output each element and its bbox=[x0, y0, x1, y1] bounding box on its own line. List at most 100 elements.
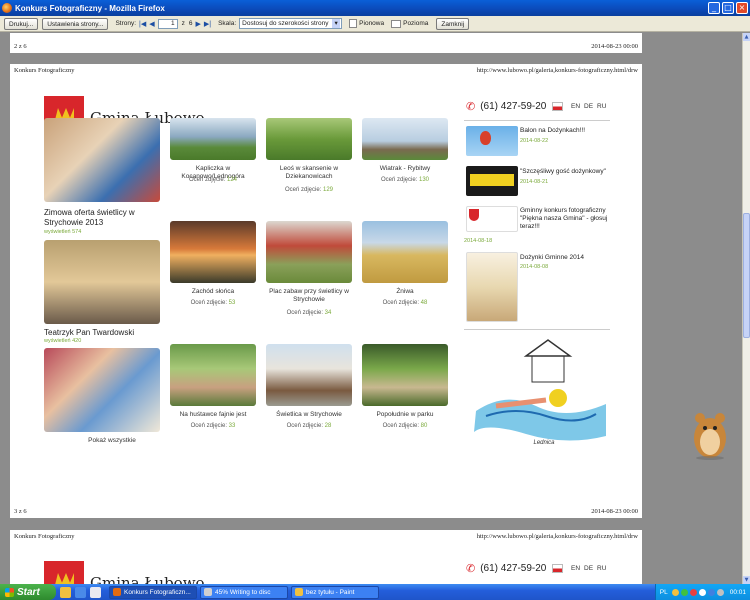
rating-label: Oceń zdjęcie: bbox=[188, 177, 226, 183]
minimize-button[interactable]: _ bbox=[708, 2, 720, 14]
photo-rating[interactable]: Oceń zdjęcie: 129 bbox=[262, 186, 356, 194]
maximize-button[interactable]: □ bbox=[722, 2, 734, 14]
contact-phone[interactable]: ✆ (61) 427-59-20 bbox=[466, 100, 564, 113]
photo-title[interactable]: Zachód słońca bbox=[166, 288, 260, 296]
rating-label: Oceń zdjęcie: bbox=[190, 423, 227, 429]
news-title[interactable]: Balon na Dożynkach!!! bbox=[520, 127, 615, 135]
photo-title[interactable]: Leoś w skansenie w Dziekanowicach bbox=[262, 165, 356, 181]
hamster-mascot-icon[interactable] bbox=[690, 404, 730, 460]
tray-icon[interactable] bbox=[707, 588, 715, 596]
landscape-icon bbox=[391, 19, 402, 28]
print-datetime: 2014-08-23 00:00 bbox=[591, 43, 638, 50]
first-page-icon[interactable]: |◀ bbox=[139, 20, 146, 28]
taskbar-item-paint[interactable]: bez tytułu - Paint bbox=[291, 585, 379, 599]
photo-title[interactable]: Popołudnie w parku bbox=[358, 411, 452, 419]
polish-flag-icon[interactable] bbox=[552, 102, 564, 111]
page-number-input[interactable]: 1 bbox=[157, 18, 178, 29]
start-button[interactable]: Start bbox=[0, 584, 56, 600]
news-title[interactable]: Gminny konkurs fotograficzny "Piękna nas… bbox=[520, 207, 615, 231]
close-window-button[interactable]: × bbox=[736, 2, 748, 14]
rating-value: 48 bbox=[420, 300, 428, 306]
photo-rating[interactable]: Oceń zdjęcie: 130 bbox=[358, 176, 452, 184]
photo-thumbnail[interactable] bbox=[362, 221, 448, 283]
last-page-icon[interactable]: ▶| bbox=[204, 20, 211, 28]
photo-title[interactable]: Na huśtawce fajnie jest bbox=[166, 411, 260, 419]
category-title[interactable]: Zimowa oferta świetlicy w Strychowie 201… bbox=[44, 208, 164, 228]
taskbar-item-disc[interactable]: 45% Writing to disc bbox=[200, 585, 288, 599]
promo-banner[interactable]: Lednica bbox=[466, 336, 612, 452]
portrait-icon bbox=[349, 19, 358, 28]
scroll-up-icon[interactable]: ▲ bbox=[743, 33, 750, 41]
photo-rating[interactable]: Oceń zdjęcie: 80 bbox=[358, 422, 452, 430]
input-language[interactable]: PL bbox=[660, 589, 668, 596]
photo-title[interactable]: Wiatrak - Rybitwy bbox=[358, 165, 452, 173]
task-label: 45% Writing to disc bbox=[215, 588, 271, 596]
news-thumbnail[interactable] bbox=[466, 206, 518, 232]
photo-rating[interactable]: Oceń zdjęcie: 48 bbox=[358, 299, 452, 307]
photo-thumbnail[interactable] bbox=[266, 344, 352, 406]
scale-select[interactable]: Dostosuj do szerokości strony bbox=[239, 18, 343, 29]
category-image[interactable] bbox=[44, 348, 160, 432]
language-de[interactable]: DE bbox=[584, 103, 593, 110]
photo-thumbnail[interactable] bbox=[170, 221, 256, 283]
photo-thumbnail[interactable] bbox=[266, 118, 352, 160]
photo-rating[interactable]: Oceń zdjęcie: 124 bbox=[166, 176, 260, 184]
tray-icon[interactable] bbox=[689, 588, 697, 596]
photo-thumbnail[interactable] bbox=[266, 221, 352, 283]
language-ru[interactable]: RU bbox=[597, 103, 606, 110]
news-thumbnail[interactable] bbox=[466, 252, 518, 322]
scroll-down-icon[interactable]: ▼ bbox=[743, 576, 750, 584]
tray-icon[interactable] bbox=[680, 588, 688, 596]
quick-launch-ie-icon[interactable] bbox=[75, 586, 86, 598]
tray-icon[interactable] bbox=[671, 588, 679, 596]
news-thumbnail[interactable] bbox=[466, 166, 518, 196]
language-en[interactable]: EN bbox=[571, 565, 580, 572]
page-setup-button[interactable]: Ustawienia strony... bbox=[42, 17, 109, 30]
photo-thumbnail[interactable] bbox=[170, 344, 256, 406]
photo-rating[interactable]: Oceń zdjęcie: 34 bbox=[262, 309, 356, 317]
page-url: http://www.lubowo.pl/galeria,konkurs-fot… bbox=[476, 67, 638, 74]
tray-icon[interactable] bbox=[716, 588, 724, 596]
quick-launch-folder-icon[interactable] bbox=[60, 586, 71, 598]
page-footer: 3 z 6 2014-08-23 00:00 bbox=[10, 508, 642, 515]
quick-launch-desktop-icon[interactable] bbox=[90, 586, 101, 598]
tray-icon[interactable] bbox=[698, 588, 706, 596]
rating-label: Oceń zdjęcie: bbox=[284, 187, 322, 193]
news-title[interactable]: "Szczęśliwy gość dożynkowy" bbox=[520, 168, 615, 176]
photo-thumbnail[interactable] bbox=[362, 118, 448, 160]
news-title[interactable]: Dożynki Gminne 2014 bbox=[520, 254, 615, 262]
language-en[interactable]: EN bbox=[571, 103, 580, 110]
taskbar-item-firefox[interactable]: Konkurs Fotograficzn... bbox=[109, 585, 197, 599]
scroll-thumb[interactable] bbox=[743, 213, 750, 338]
photo-rating[interactable]: Oceń zdjęcie: 28 bbox=[262, 422, 356, 430]
print-datetime: 2014-08-23 00:00 bbox=[591, 508, 638, 515]
prev-page-icon[interactable]: ◀ bbox=[149, 20, 154, 28]
clock[interactable]: 00:01 bbox=[730, 589, 746, 596]
close-preview-button[interactable]: Zamknij bbox=[436, 17, 470, 30]
photo-rating[interactable]: Oceń zdjęcie: 33 bbox=[166, 422, 260, 430]
print-button[interactable]: Drukuj... bbox=[4, 17, 39, 30]
category-image[interactable] bbox=[44, 240, 160, 324]
portrait-option[interactable]: Pionowa bbox=[349, 19, 384, 28]
vertical-scrollbar[interactable]: ▲ ▼ bbox=[742, 33, 750, 584]
next-page-icon[interactable]: ▶ bbox=[196, 20, 201, 28]
category-image[interactable] bbox=[44, 118, 160, 202]
show-all-link[interactable]: Pokaż wszystkie bbox=[82, 437, 142, 445]
news-thumbnail[interactable] bbox=[466, 126, 518, 156]
polish-flag-icon[interactable] bbox=[552, 564, 564, 573]
photo-title[interactable]: Żniwa bbox=[358, 288, 452, 296]
category-title[interactable]: Teatrzyk Pan Twardowski bbox=[44, 328, 164, 338]
language-ru[interactable]: RU bbox=[597, 565, 606, 572]
contact-phone[interactable]: ✆ (61) 427-59-20 bbox=[466, 562, 564, 575]
page-counter: 2 z 6 bbox=[14, 43, 27, 50]
site-title: Konkurs Fotograficzny bbox=[14, 67, 75, 74]
site-logo[interactable]: Gmina Łubowo bbox=[44, 561, 205, 584]
landscape-option[interactable]: Pozioma bbox=[391, 19, 429, 28]
photo-title[interactable]: Świetlica w Strychowie bbox=[262, 411, 356, 419]
photo-rating[interactable]: Oceń zdjęcie: 53 bbox=[166, 299, 260, 307]
photo-title[interactable]: Plac zabaw przy świetlicy w Strychowie bbox=[262, 288, 356, 304]
landscape-label: Pozioma bbox=[403, 20, 429, 27]
photo-thumbnail[interactable] bbox=[362, 344, 448, 406]
language-de[interactable]: DE bbox=[584, 565, 593, 572]
photo-thumbnail[interactable] bbox=[170, 118, 256, 160]
